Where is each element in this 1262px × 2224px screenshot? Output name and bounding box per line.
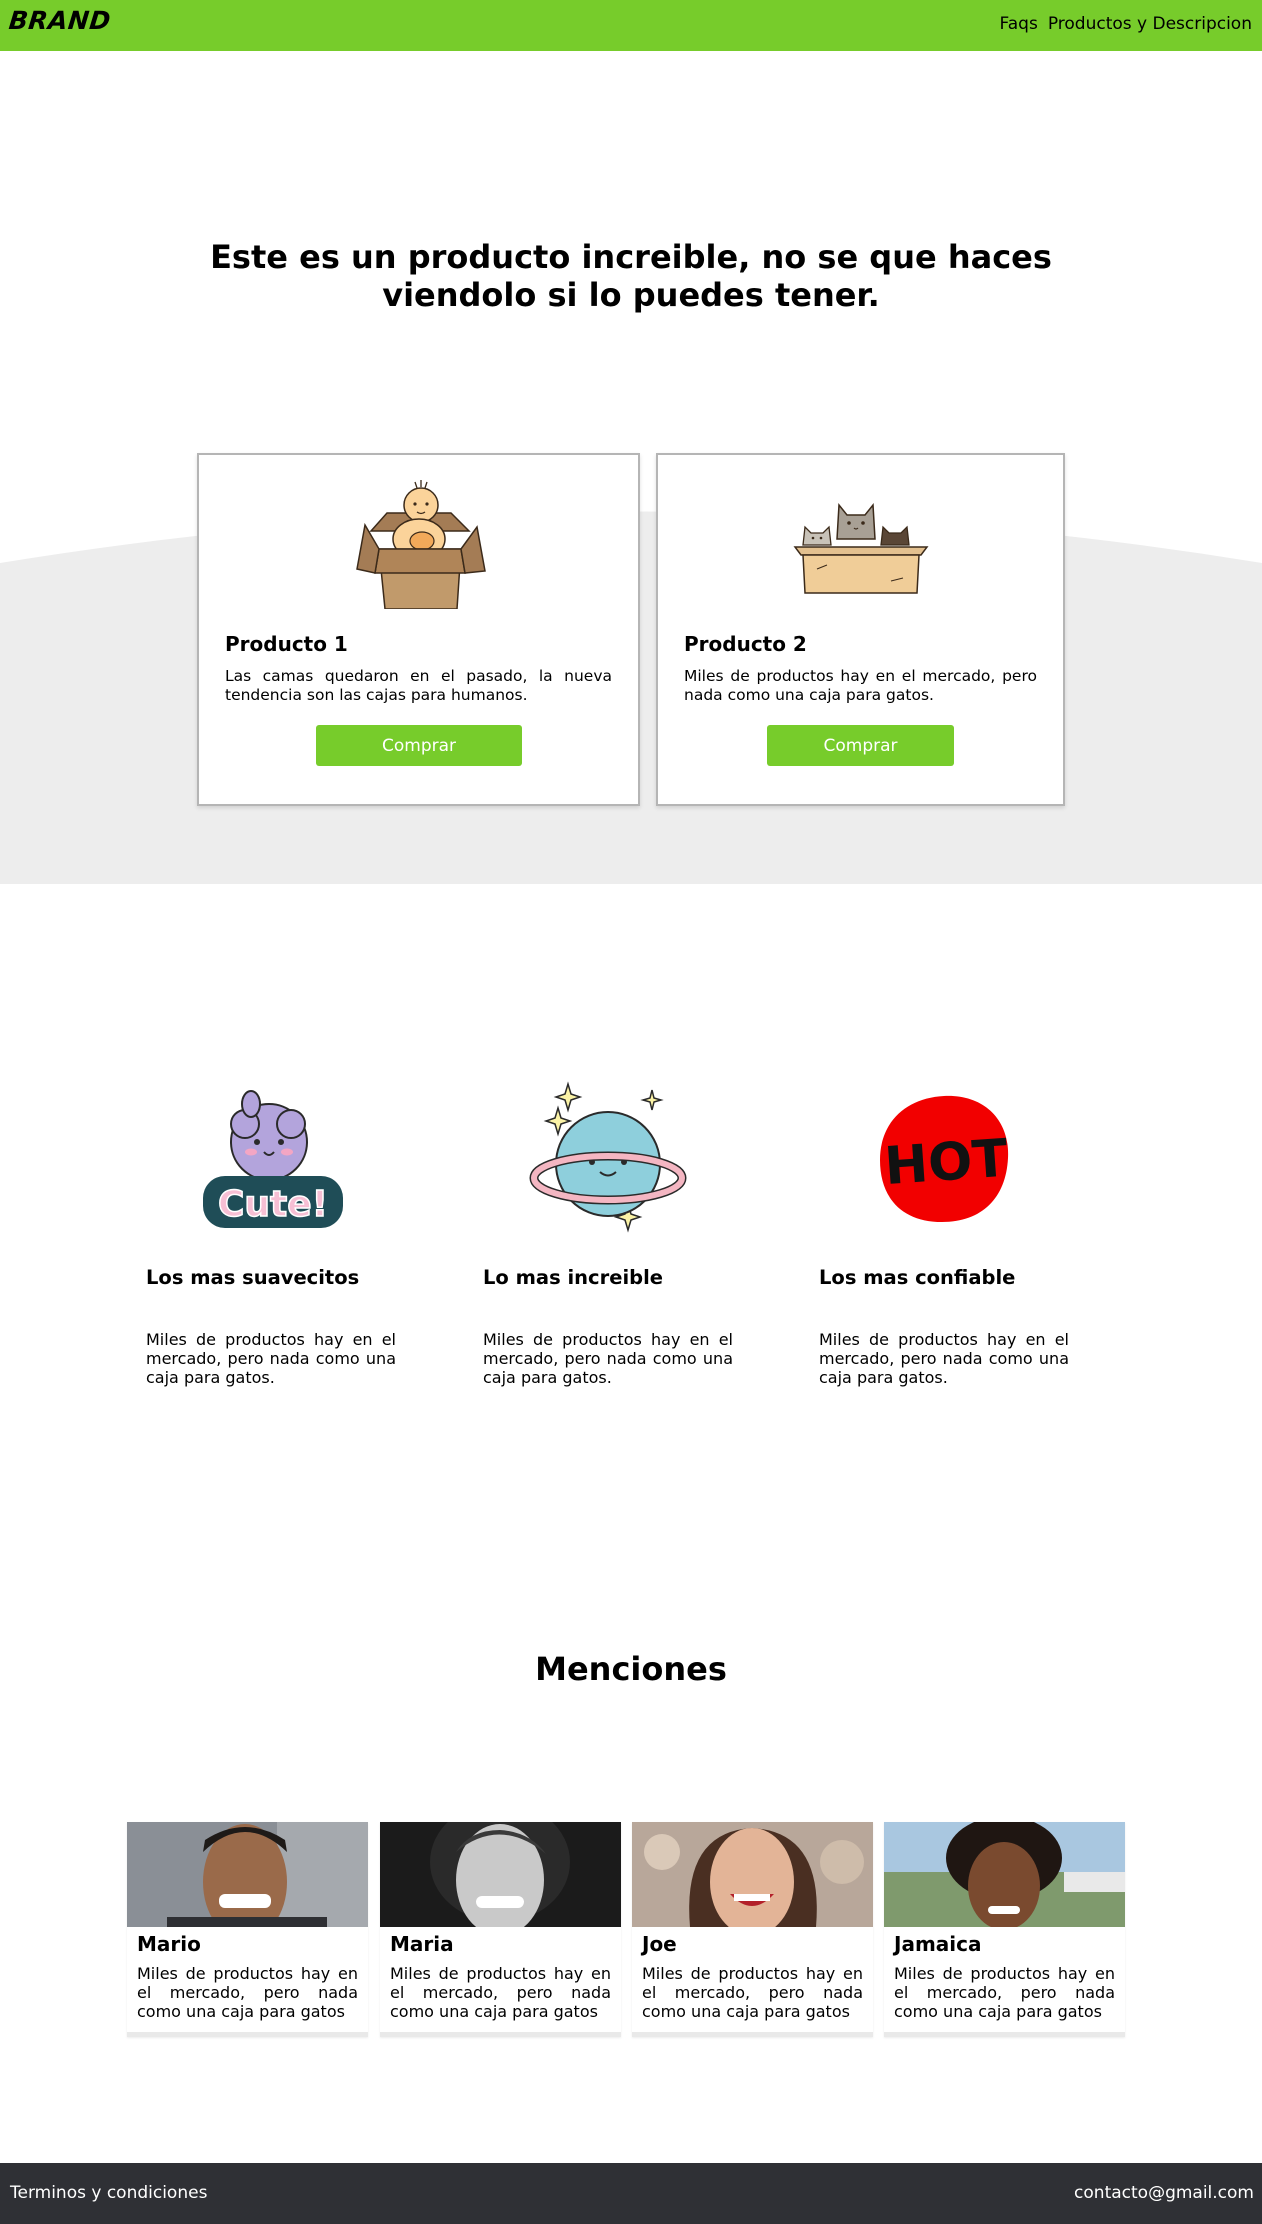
navbar: BRAND Faqs Productos y Descripcion xyxy=(0,0,1262,51)
hero-title: Este es un producto increible, no se que… xyxy=(210,238,1052,314)
hot-text: HOT xyxy=(883,1129,1011,1197)
footer: Terminos y condiciones contacto@gmail.co… xyxy=(0,2163,1262,2224)
person-description: Miles de productos hay en el mercado, pe… xyxy=(390,1964,611,2021)
product-card-2: Producto 2 Miles de productos hay en el … xyxy=(656,453,1065,806)
person-name: Jamaica xyxy=(894,1932,982,1956)
feature-description: Miles de productos hay en el mercado, pe… xyxy=(146,1330,396,1387)
contact-email-link[interactable]: contacto@gmail.com xyxy=(1074,2183,1254,2203)
person-description: Miles de productos hay en el mercado, pe… xyxy=(137,1964,358,2021)
feature-increible: Lo mas increible Miles de productos hay … xyxy=(483,1080,733,1387)
avatar-photo xyxy=(632,1822,873,1927)
buy-button[interactable]: Comprar xyxy=(767,725,954,766)
feature-description: Miles de productos hay en el mercado, pe… xyxy=(819,1330,1069,1387)
nav-links: Faqs Productos y Descripcion xyxy=(1000,14,1252,34)
mention-card-joe: Joe Miles de productos hay en el mercado… xyxy=(632,1822,873,2037)
avatar-photo xyxy=(127,1822,368,1927)
mention-card-maria: Maria Miles de productos hay en el merca… xyxy=(380,1822,621,2037)
mention-card-jamaica: Jamaica Miles de productos hay en el mer… xyxy=(884,1822,1125,2037)
product-description: Las camas quedaron en el pasado, la nuev… xyxy=(225,667,612,704)
person-description: Miles de productos hay en el mercado, pe… xyxy=(894,1964,1115,2021)
feature-title: Los mas confiable xyxy=(819,1266,1016,1289)
person-name: Mario xyxy=(137,1932,201,1956)
mention-card-mario: Mario Miles de productos hay en el merca… xyxy=(127,1822,368,2037)
avatar-photo xyxy=(884,1822,1125,1927)
avatar-photo xyxy=(380,1822,621,1927)
product-name: Producto 2 xyxy=(684,632,807,656)
person-description: Miles de productos hay en el mercado, pe… xyxy=(642,1964,863,2021)
buy-button[interactable]: Comprar xyxy=(316,725,522,766)
person-name: Joe xyxy=(642,1932,677,1956)
menciones-title: Menciones xyxy=(535,1650,727,1688)
sticker-text: Cute! xyxy=(218,1184,328,1225)
feature-suavecitos: Cute! Los mas suavecitos Miles de produc… xyxy=(146,1080,396,1387)
hot-badge-illustration: HOT xyxy=(819,1080,1069,1240)
person-name: Maria xyxy=(390,1932,454,1956)
feature-confiable: HOT Los mas confiable Miles de productos… xyxy=(819,1080,1069,1387)
baby-in-box-illustration xyxy=(199,469,638,609)
feature-title: Lo mas increible xyxy=(483,1266,664,1289)
product-card-1: Producto 1 Las camas quedaron en el pasa… xyxy=(197,453,640,806)
feature-description: Miles de productos hay en el mercado, pe… xyxy=(483,1330,733,1387)
product-description: Miles de productos hay en el mercado, pe… xyxy=(684,667,1037,704)
nav-link-productos[interactable]: Productos y Descripcion xyxy=(1048,14,1252,34)
feature-title: Los mas suavecitos xyxy=(146,1266,360,1289)
nav-link-faqs[interactable]: Faqs xyxy=(1000,14,1038,34)
planet-illustration xyxy=(483,1080,733,1240)
cute-sticker-illustration: Cute! xyxy=(146,1080,396,1240)
brand-logo[interactable]: BRAND xyxy=(7,6,112,35)
cats-in-box-illustration xyxy=(658,469,1063,609)
terms-link[interactable]: Terminos y condiciones xyxy=(10,2183,207,2203)
product-name: Producto 1 xyxy=(225,632,348,656)
